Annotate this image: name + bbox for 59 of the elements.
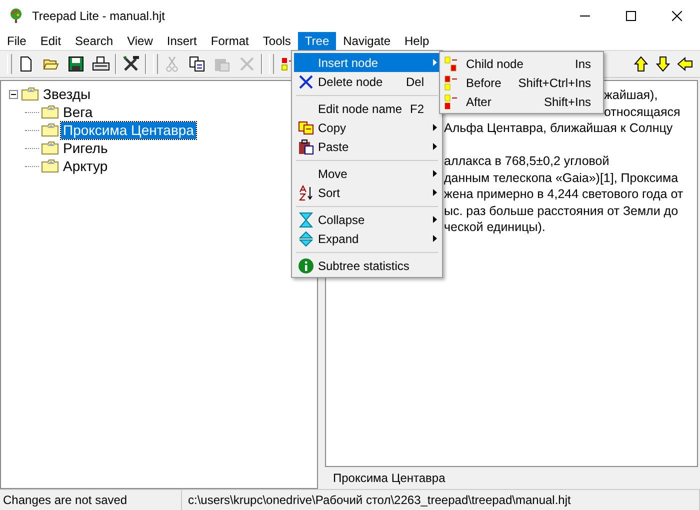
child-node-icon [444, 56, 458, 72]
menu-entry[interactable]: Before Shift+Ctrl+Ins [442, 73, 601, 92]
maximize-icon[interactable] [626, 11, 636, 21]
tree-node[interactable]: Проксима Центавра [61, 122, 196, 138]
close-icon[interactable] [672, 11, 682, 21]
folder-icon [41, 105, 59, 119]
menu-entry[interactable]: Child node Ins [442, 54, 601, 73]
menu-entry[interactable]: Subtree statistics [294, 256, 440, 275]
sort-icon [298, 184, 314, 200]
tree-node[interactable]: Арктур [61, 158, 110, 174]
node-title: Проксима Центавра [333, 471, 446, 485]
before-node-icon [444, 74, 458, 90]
expand-icon [299, 230, 313, 246]
menu-item[interactable]: Tools [256, 32, 298, 50]
tree-node[interactable]: Звезды [41, 86, 93, 102]
menu-entry[interactable]: Move [294, 164, 440, 183]
collapse-toggle-icon[interactable] [9, 90, 18, 98]
collapse-icon [299, 212, 313, 228]
window-title: Treepad Lite - manual.hjt [32, 9, 165, 23]
menu-item[interactable]: Search [68, 32, 120, 50]
menu-item[interactable]: View [120, 32, 160, 50]
folder-icon [21, 87, 39, 101]
menu-entry[interactable]: Sort [294, 183, 440, 202]
editor-text-line: ыс. раз больше расстояния от Земли до [444, 204, 678, 218]
editor-text-line: данным телескопа «Gaia»)[1], Проксима [444, 170, 678, 184]
menu-item[interactable]: Navigate [336, 32, 398, 50]
after-node-icon [444, 94, 458, 110]
menu-item[interactable]: Format [204, 32, 256, 50]
editor-text-line: жайшая), [604, 88, 658, 102]
info-icon [298, 258, 314, 274]
menu-entry[interactable]: Insert node [294, 53, 440, 72]
menu-item[interactable]: Edit [33, 32, 68, 50]
status-panel: Changes are not saved [0, 490, 182, 510]
menu-entry[interactable]: After Shift+Ins [442, 92, 601, 111]
menu-entry[interactable]: Edit node name F2 [294, 99, 440, 118]
menu-item[interactable]: Tree [298, 32, 336, 50]
menu-entry[interactable]: Expand [294, 229, 440, 248]
menu-entry[interactable]: Copy [294, 118, 440, 137]
tree-node[interactable]: Вега [61, 104, 95, 120]
tree-icon [8, 8, 24, 24]
folder-icon [41, 123, 59, 137]
folder-icon [41, 141, 59, 155]
editor-text-line: относящаяся [604, 104, 680, 118]
copy-icon [298, 120, 314, 134]
cross-icon [299, 74, 313, 88]
menu-entry[interactable]: Paste [294, 137, 440, 156]
tree-node[interactable]: Ригель [61, 140, 110, 156]
menu-item[interactable]: Help [398, 32, 436, 50]
folder-icon [41, 159, 59, 173]
editor-text-line: ческой единицы). [444, 220, 546, 234]
menu-item[interactable]: Insert [160, 32, 204, 50]
menu-entry[interactable]: Collapse [294, 210, 440, 229]
menu-entry[interactable]: Delete node Del [294, 72, 440, 91]
editor-text-line: Альфа Центавра, ближайшая к Солнцу [444, 121, 673, 135]
status-panel: c:\users\krupc\onedrive\Рабочий стол\2263_treepad\treepad\manual.hjt [182, 490, 700, 510]
editor-text-line: аллакса в 768,5±0,2 угловой [444, 154, 610, 168]
paste-icon [298, 138, 314, 154]
menu-item[interactable]: File [0, 32, 34, 50]
editor-text-line: жена примерно в 4,244 светового года от [444, 187, 684, 201]
